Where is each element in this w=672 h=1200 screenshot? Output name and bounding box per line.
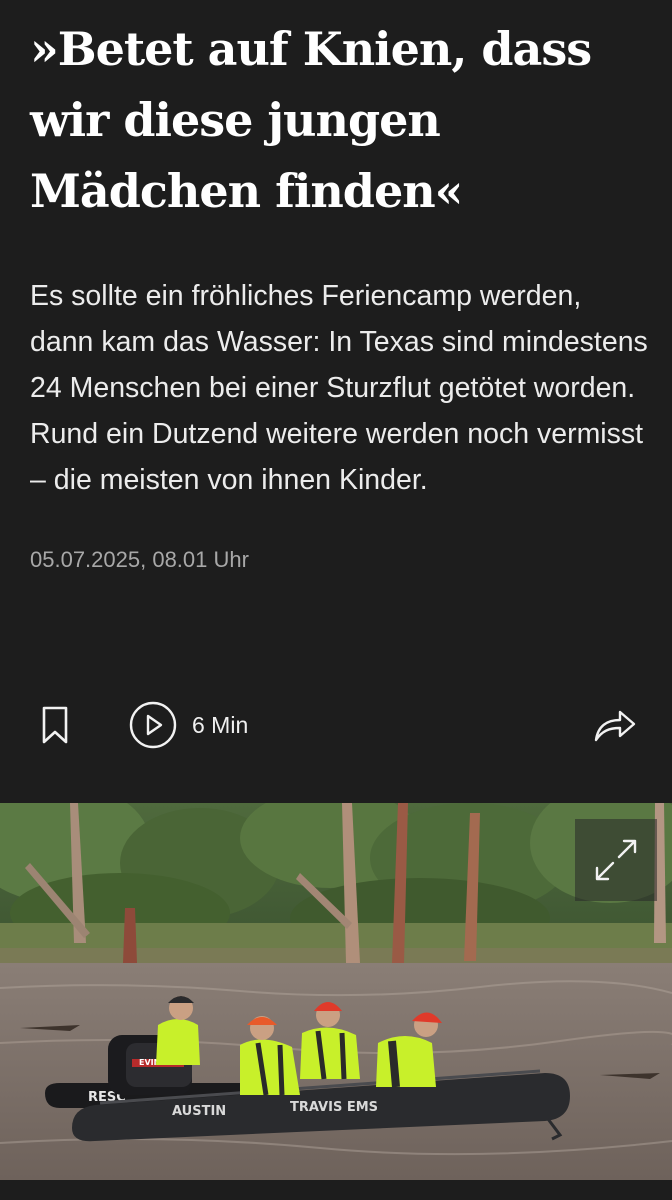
share-button[interactable] — [590, 702, 640, 748]
article-action-bar: 6 Min — [0, 690, 672, 760]
article-headline: »Betet auf Knien, dass wir diese jungen … — [30, 0, 650, 227]
article-header: »Betet auf Knien, dass wir diese jungen … — [30, 0, 650, 573]
headline-line: »Betet auf Knien, dass — [30, 22, 592, 76]
bookmark-button[interactable] — [36, 702, 76, 748]
expand-image-button[interactable] — [575, 819, 657, 901]
article-lead: Es sollte ein fröhliches Feriencamp werd… — [30, 280, 648, 496]
headline-line: Mädchen finden« — [30, 164, 463, 218]
share-arrow-icon — [594, 710, 636, 742]
publish-timestamp: 05.07.2025, 08.01 Uhr — [30, 547, 249, 572]
boat-text-left: AUSTIN — [172, 1104, 226, 1119]
article-hero-image[interactable]: RESC AUSTIN TRAVIS EMS EVINRUDE 90 — [0, 803, 672, 1180]
bottom-strip — [0, 1180, 672, 1200]
headline-line: wir diese jungen — [30, 93, 441, 147]
expand-arrows-icon — [595, 839, 637, 881]
flood-rescue-photo: RESC AUSTIN TRAVIS EMS EVINRUDE 90 — [0, 803, 672, 1180]
listen-audio-button[interactable]: 6 Min — [128, 700, 248, 750]
bookmark-icon — [42, 706, 68, 744]
play-circle-icon — [129, 701, 177, 749]
boat-text-right: TRAVIS EMS — [290, 1100, 378, 1115]
audio-duration: 6 Min — [192, 711, 249, 738]
